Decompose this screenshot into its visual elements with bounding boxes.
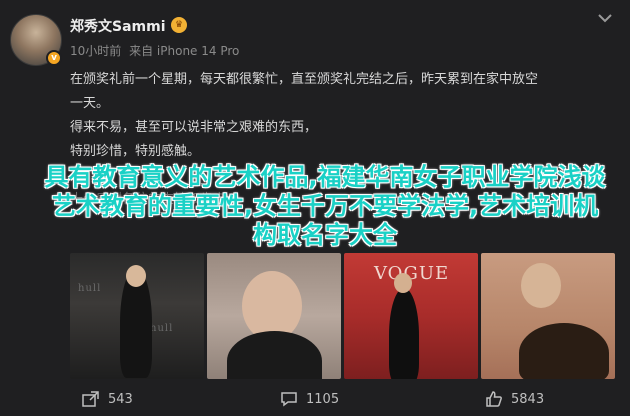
- post-text-line: 在颁奖礼前一个星期，每天都很繁忙，直至颁奖礼完结之后，昨天累到在家中放空: [70, 72, 539, 87]
- comment-icon: [281, 392, 297, 407]
- overlay-title: 具有教育意义的艺术作品,福建华南女子职业学院浅谈艺术教育的重要性,女生千万不要学…: [44, 163, 606, 249]
- like-button[interactable]: 5843: [485, 386, 544, 412]
- chevron-down-icon[interactable]: [597, 12, 613, 24]
- share-icon: [82, 391, 99, 407]
- weibo-post: v 郑秀文Sammi ♛ 10小时前 来自 iPhone 14 Pro 在颁奖礼…: [0, 0, 630, 416]
- photo-wall-text: hull: [150, 323, 174, 334]
- figure-head: [126, 265, 146, 287]
- username[interactable]: 郑秀文Sammi: [70, 16, 166, 36]
- figure-silhouette: [227, 331, 322, 379]
- verified-badge-icon: v: [46, 50, 62, 66]
- like-count: 5843: [511, 391, 545, 407]
- post-source: 来自 iPhone 14 Pro: [129, 44, 240, 58]
- post-meta: 10小时前 来自 iPhone 14 Pro: [70, 42, 243, 59]
- comment-button[interactable]: 1105: [280, 386, 339, 412]
- figure-silhouette: [389, 288, 419, 379]
- post-time: 10小时前: [70, 44, 122, 58]
- photo-1[interactable]: hull hull: [70, 253, 204, 379]
- comment-count: 1105: [306, 391, 340, 407]
- thumbs-up-icon: [486, 391, 502, 407]
- photo-wall-text: hull: [78, 283, 102, 294]
- post-text-line: 特别珍惜，特别感触。: [70, 144, 201, 159]
- photo-3[interactable]: VOGUE: [344, 253, 478, 379]
- share-count: 543: [108, 391, 133, 407]
- photo-2[interactable]: [207, 253, 341, 379]
- share-button[interactable]: 543: [82, 386, 133, 412]
- post-text-line: 一天。: [70, 96, 110, 111]
- figure-head: [394, 273, 412, 293]
- photo-4[interactable]: [481, 253, 615, 379]
- figure-head: [521, 263, 561, 308]
- figure-silhouette: [519, 323, 609, 379]
- post-text-line: 得来不易，甚至可以说非常之艰难的东西，: [70, 120, 318, 135]
- vip-crown-icon: ♛: [171, 17, 187, 33]
- action-bar: 543 1105 5843: [0, 386, 630, 412]
